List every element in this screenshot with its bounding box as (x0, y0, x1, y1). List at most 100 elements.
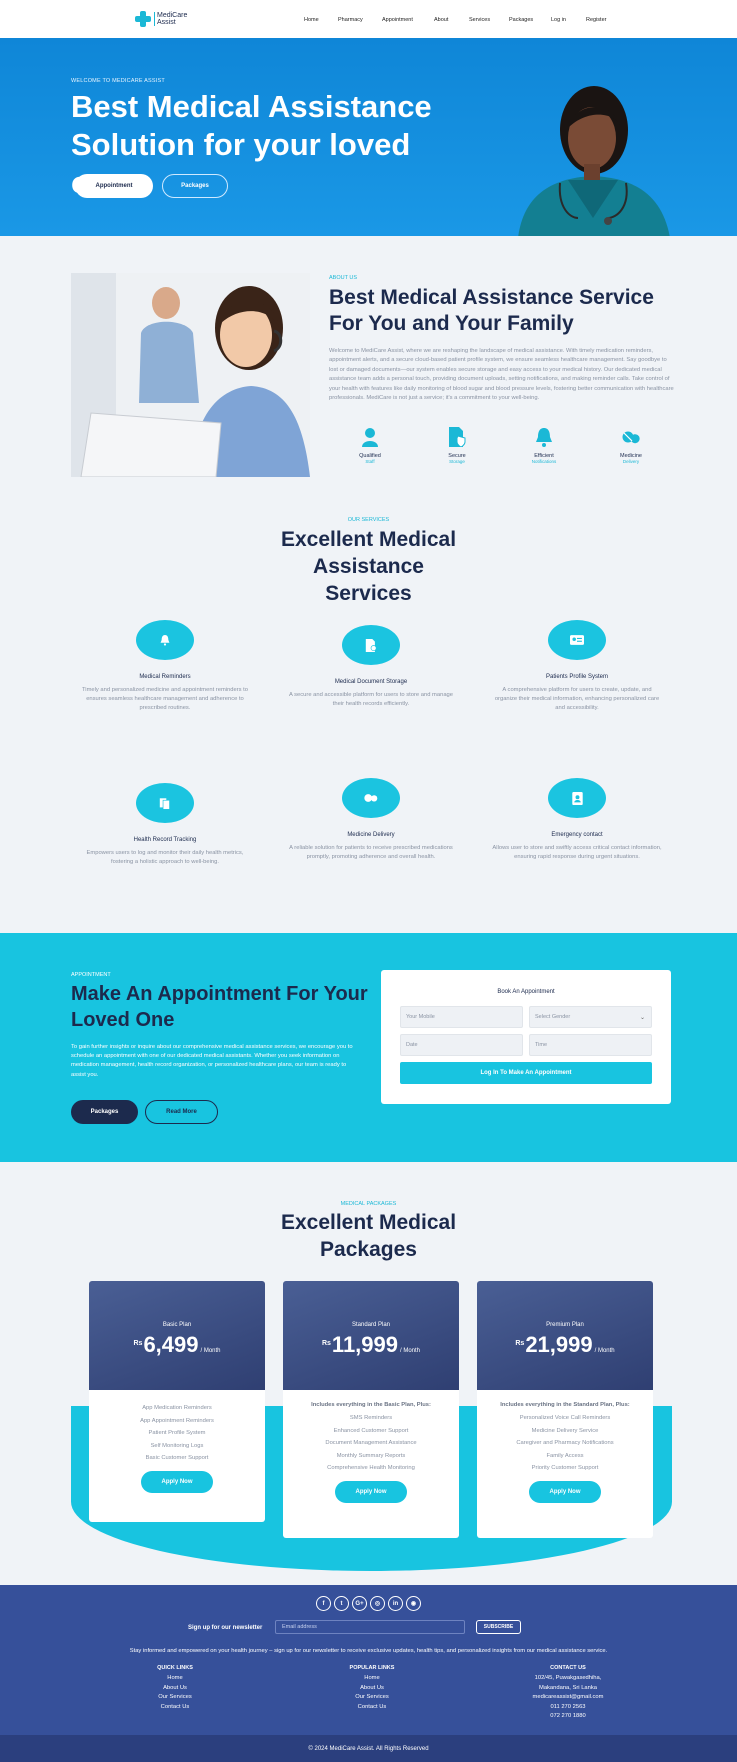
price-amount: 21,999 (525, 1332, 593, 1357)
github-icon[interactable]: ◉ (406, 1596, 421, 1611)
nav-link-appointment[interactable]: Appointment (382, 17, 413, 23)
nav-link-services[interactable]: Services (469, 17, 490, 23)
package-card-basic: Basic Plan Rs 6,499 / Month App Medicati… (89, 1281, 265, 1522)
feature-medicine: Medicine Delivery (601, 427, 661, 464)
mobile-input[interactable]: Your Mobile (400, 1006, 523, 1028)
service-desc: A secure and accessible platform for use… (288, 692, 453, 707)
apply-now-button[interactable]: Apply Now (529, 1480, 601, 1503)
contact-phone-1: 011 270 2563 (550, 1703, 586, 1710)
social-links: f t G+ ◎ in ◉ (0, 1596, 737, 1611)
package-feature: Priority Customer Support (531, 1465, 599, 1471)
popular-links: POPULAR LINKS Home About Us Our Services… (302, 1665, 442, 1712)
package-feature: Document Management Assistance (325, 1440, 417, 1446)
package-body: Includes everything in the Basic Plan, P… (283, 1390, 459, 1503)
date-input[interactable]: Date (400, 1034, 523, 1056)
feature-sub: Storage (449, 459, 465, 464)
brand-logo[interactable]: MediCare Assist (135, 11, 187, 27)
form-title: Book An Appointment (497, 989, 555, 995)
package-feature: Monthly Summary Reports (336, 1452, 406, 1459)
packages-button[interactable]: Packages (162, 174, 228, 198)
package-body: Includes everything in the Standard Plan… (477, 1390, 653, 1503)
packages-button[interactable]: Packages (71, 1100, 138, 1124)
service-desc: A reliable solution for patients to rece… (289, 845, 453, 860)
newsletter-text: Stay informed and empowered on your heal… (129, 1648, 608, 1654)
linkedin-icon[interactable]: in (388, 1596, 403, 1611)
contact-heading: CONTACT US (550, 1665, 586, 1671)
pills-icon (342, 778, 400, 818)
apply-now-button[interactable]: Apply Now (335, 1480, 407, 1503)
medical-cross-icon (135, 11, 151, 27)
about-eyebrow: ABOUT US (329, 275, 358, 281)
quick-links-heading: QUICK LINKS (157, 1665, 193, 1671)
package-feature: App Medication Reminders (142, 1405, 212, 1411)
time-input[interactable]: Time (529, 1034, 652, 1056)
footer-link-contact[interactable]: Contact Us (105, 1703, 245, 1713)
twitter-icon[interactable]: t (334, 1596, 349, 1611)
footer-link-home[interactable]: Home (105, 1674, 245, 1684)
contact-book-icon (548, 778, 606, 818)
nav-link-home[interactable]: Home (304, 17, 319, 23)
package-feature: Basic Customer Support (145, 1455, 209, 1461)
appointment-eyebrow: APPOINTMENT (71, 972, 111, 978)
appointment-button[interactable]: Appointment (75, 174, 153, 198)
instagram-icon[interactable]: ◎ (370, 1596, 385, 1611)
package-feature: Family Access (546, 1452, 584, 1459)
appointment-section: APPOINTMENT Make An Appointment For Your… (0, 933, 737, 1162)
bell-icon (536, 428, 552, 447)
currency: Rs (133, 1340, 143, 1347)
price-amount: 11,999 (331, 1332, 398, 1357)
service-desc: Empowers users to log and monitor their … (86, 850, 244, 865)
nav-link-register[interactable]: Register (586, 17, 606, 23)
package-feature: Patient Profile System (148, 1430, 206, 1436)
package-includes: Includes everything in the Basic Plan, P… (311, 1402, 431, 1408)
package-feature: SMS Reminders (349, 1415, 393, 1421)
brand-line-2: Assist (157, 19, 176, 26)
package-feature: Personalized Voice Call Reminders (519, 1415, 611, 1421)
footer-link-home[interactable]: Home (302, 1674, 442, 1684)
nav-link-packages[interactable]: Packages (509, 17, 533, 23)
service-desc: Timely and personalized medicine and app… (81, 687, 249, 711)
pills-icon (622, 431, 640, 444)
quick-links: QUICK LINKS Home About Us Our Services C… (105, 1665, 245, 1712)
package-feature: Enhanced Customer Support (333, 1427, 409, 1434)
nav-link-login[interactable]: Log in (551, 17, 566, 23)
nurse-illustration (71, 273, 310, 477)
footer-link-contact[interactable]: Contact Us (302, 1703, 442, 1713)
package-feature: Comprehensive Health Monitoring (327, 1465, 415, 1471)
package-feature: App Appointment Reminders (140, 1417, 214, 1424)
hero-eyebrow: WELCOME TO MEDICARE ASSIST (71, 78, 165, 84)
footer-link-services[interactable]: Our Services (105, 1693, 245, 1703)
footer-link-services[interactable]: Our Services (302, 1693, 442, 1703)
service-card-emergency: Emergency contact Allows user to store a… (492, 778, 662, 862)
service-title: Medicine Delivery (347, 832, 395, 838)
brand-line-1: MediCare (157, 12, 188, 19)
feature-efficient: Efficient Notifications (514, 427, 574, 464)
packages-eyebrow: MEDICAL PACKAGES (340, 1201, 397, 1207)
package-card-premium: Premium Plan Rs 21,999 / Month Includes … (477, 1281, 653, 1538)
secure-document-icon (449, 427, 466, 448)
nav-link-pharmacy[interactable]: Pharmacy (338, 17, 363, 23)
chevron-down-icon: ⌄ (639, 1015, 645, 1021)
document-icon (342, 625, 400, 665)
google-plus-icon[interactable]: G+ (352, 1596, 367, 1611)
login-to-appoint-button[interactable]: Log In To Make An Appointment (400, 1062, 652, 1084)
package-includes: Includes everything in the Standard Plan… (500, 1402, 630, 1408)
service-card-delivery: Medicine Delivery A reliable solution fo… (286, 778, 456, 862)
nav-link-about[interactable]: About (434, 17, 448, 23)
gender-select[interactable]: Select Gender ⌄ (529, 1006, 652, 1028)
footer-link-about[interactable]: About Us (302, 1684, 442, 1694)
top-nav: MediCare Assist Home Pharmacy Appointmen… (0, 0, 737, 38)
facebook-icon[interactable]: f (316, 1596, 331, 1611)
package-body: App Medication Reminders App Appointment… (89, 1390, 265, 1493)
package-feature: Self Monitoring Logs (150, 1442, 204, 1449)
package-feature: Medicine Delivery Service (531, 1427, 599, 1434)
apply-now-button[interactable]: Apply Now (141, 1470, 213, 1493)
contact-phone-2: 072 270 1880 (550, 1713, 586, 1719)
appointment-text: To gain further insights or inquire abou… (71, 1044, 353, 1078)
newsletter-email-input[interactable]: Email address (275, 1620, 465, 1634)
read-more-button[interactable]: Read More (145, 1100, 218, 1124)
subscribe-button[interactable]: SUBSCRIBE (476, 1620, 521, 1634)
footer-link-about[interactable]: About Us (105, 1684, 245, 1694)
package-price: Rs 11,999 / Month (283, 1332, 459, 1358)
id-card-icon (548, 620, 606, 660)
